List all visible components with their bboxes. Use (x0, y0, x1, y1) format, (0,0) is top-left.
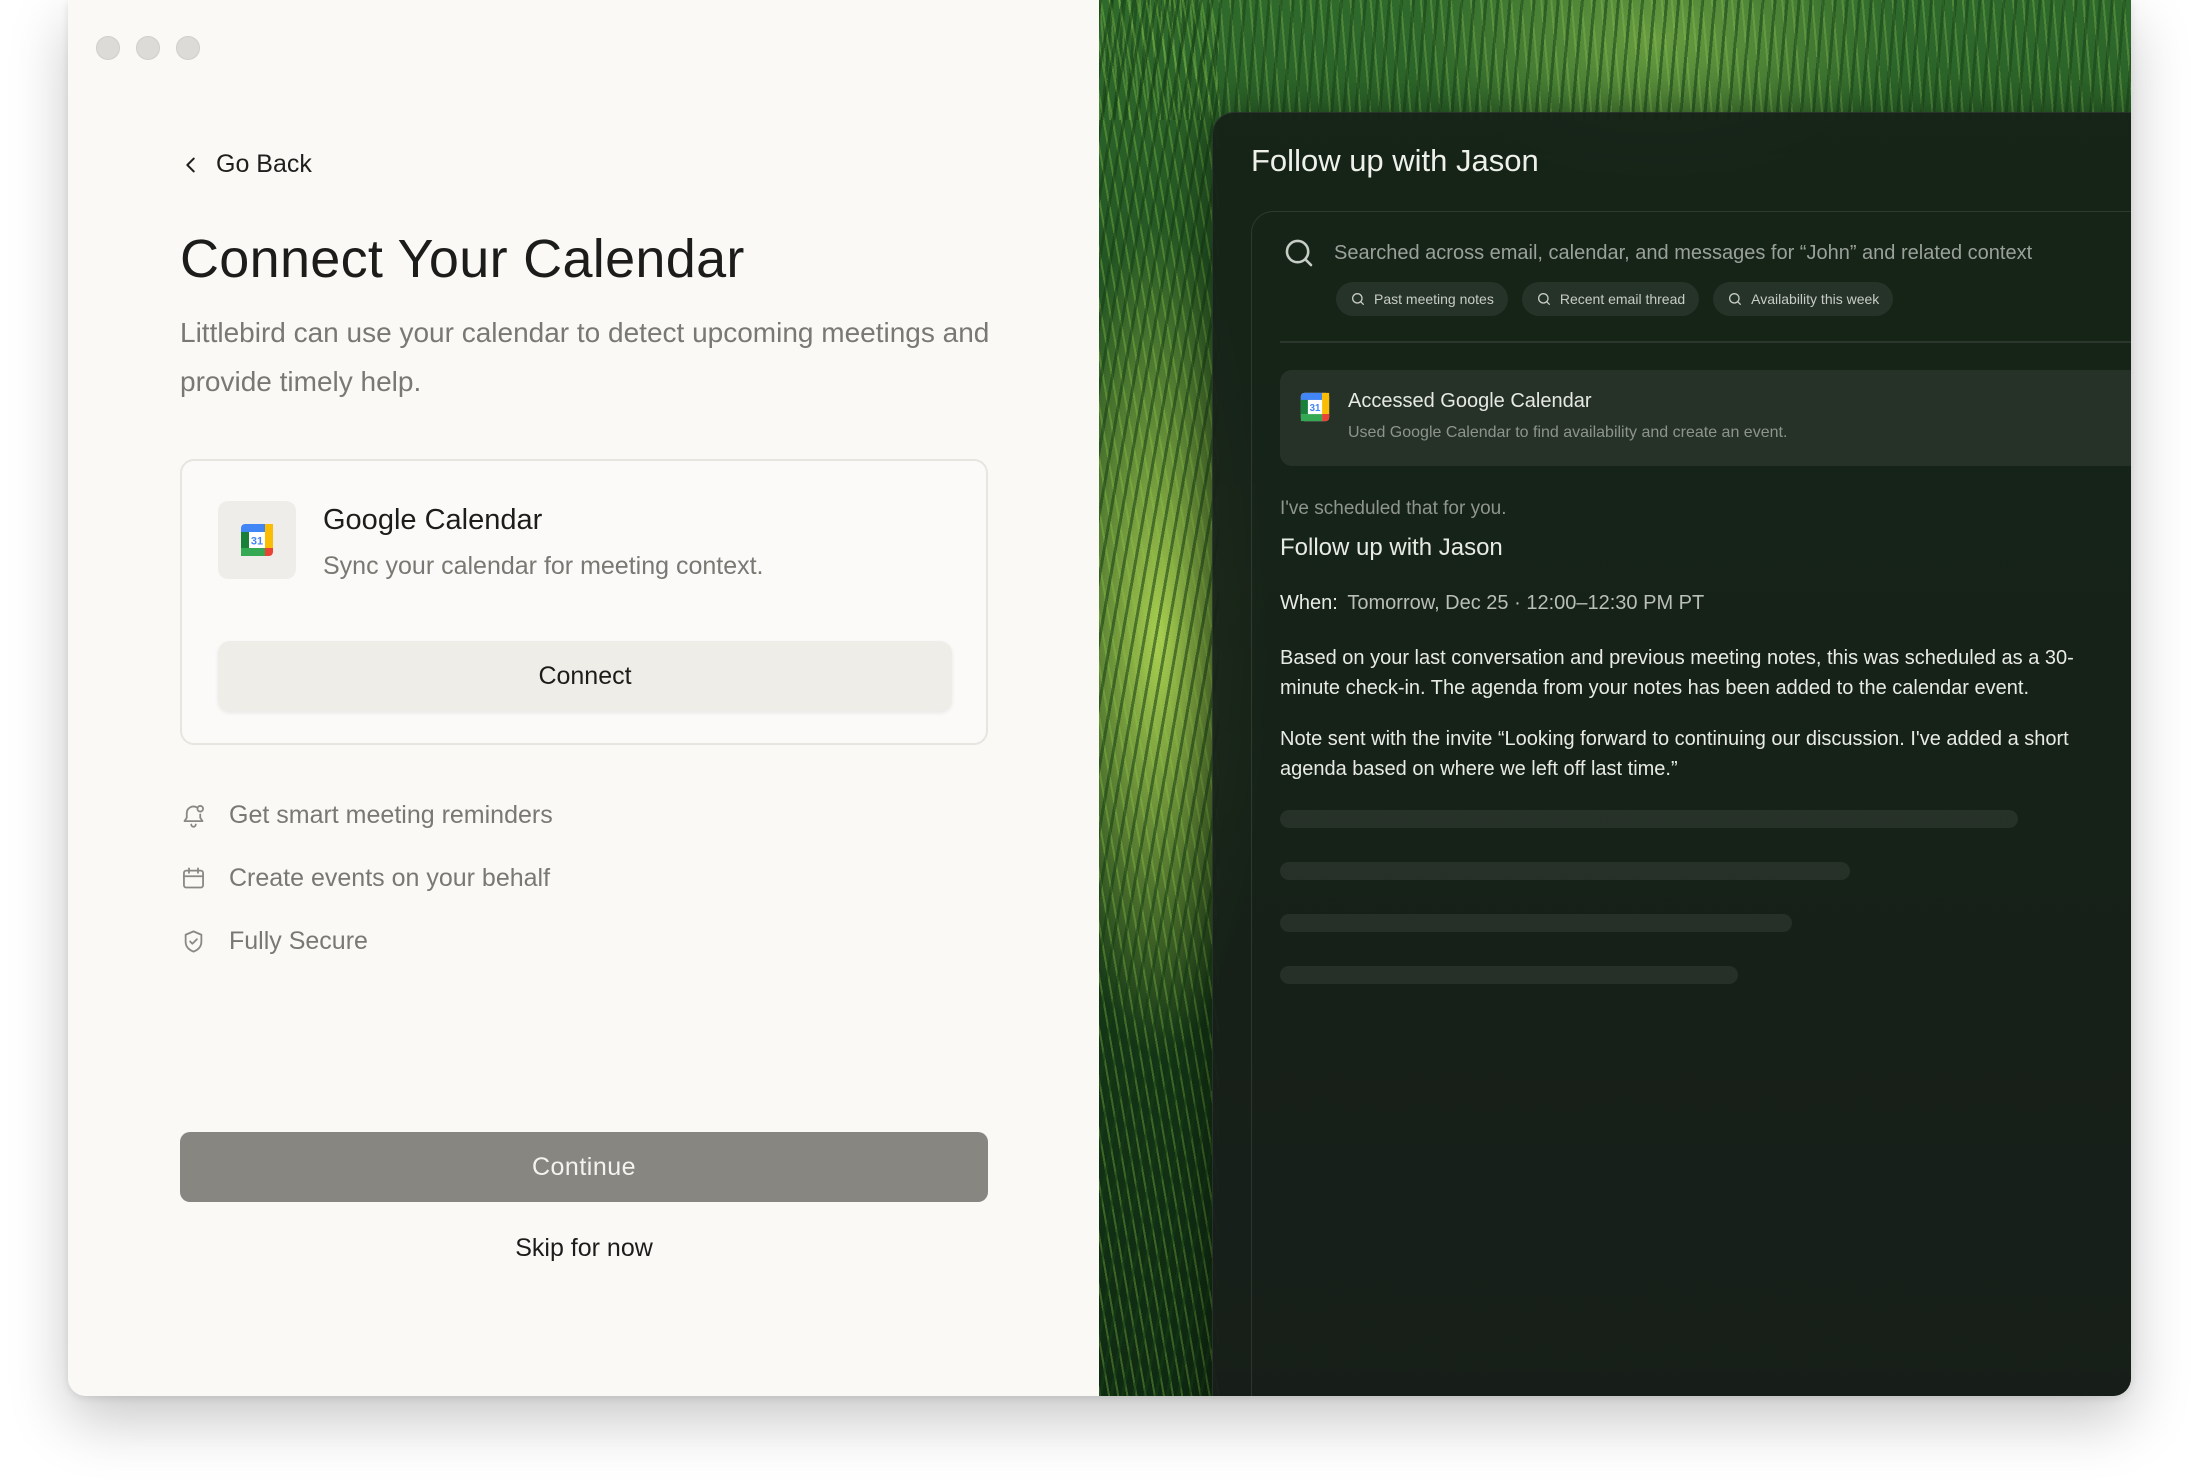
skip-for-now-link[interactable]: Skip for now (180, 1234, 988, 1263)
loading-placeholder (1280, 862, 1850, 880)
app-window: Go Back Connect Your Calendar Littlebird… (68, 0, 2131, 1396)
grass-background (1099, 0, 1219, 1396)
event-when: When: Tomorrow, Dec 25 · 12:00–12:30 PM … (1280, 592, 2120, 615)
chip-label: Recent email thread (1559, 291, 1686, 307)
chevron-left-icon (186, 157, 195, 172)
search-icon (1537, 293, 1550, 305)
close-window-button[interactable] (96, 36, 120, 60)
shield-check-icon (184, 930, 203, 953)
response-paragraph: Note sent with the invite “Looking forwa… (1280, 728, 2069, 780)
onboarding-pane: Go Back Connect Your Calendar Littlebird… (68, 0, 1099, 1396)
zoom-window-button[interactable] (176, 36, 200, 60)
feature-item: Get smart meeting reminders (180, 784, 553, 847)
calendar-day-number: 31 (1310, 403, 1321, 414)
chip-label: Availability this week (1751, 291, 1880, 307)
preview-pane: Follow up with Jason Searched across ema… (1099, 0, 2131, 1396)
feature-label: Fully Secure (229, 927, 368, 955)
tool-title: Accessed Google Calendar (1348, 390, 1592, 412)
assistant-preview-panel: Follow up with Jason Searched across ema… (1212, 112, 2131, 1396)
connect-button[interactable]: Connect (218, 641, 952, 711)
go-back-label: Go Back (216, 150, 312, 178)
search-summary: Searched across email, calendar, and mes… (1282, 236, 2032, 270)
integration-card: 31 Google Calendar Sync your calendar fo… (180, 459, 988, 745)
grass-background (1099, 0, 2131, 120)
context-chip: Past meeting notes (1336, 282, 1508, 316)
page-title: Connect Your Calendar (180, 229, 745, 289)
response-paragraph: Based on your last conversation and prev… (1280, 647, 2074, 699)
go-back-button[interactable]: Go Back (180, 150, 312, 179)
window-controls (96, 36, 200, 60)
integration-name: Google Calendar (323, 504, 543, 536)
search-icon (1352, 293, 1364, 305)
chip-label: Past meeting notes (1374, 291, 1494, 307)
divider (1280, 341, 2131, 343)
event-title: Follow up with Jason (1280, 534, 1503, 561)
search-summary-text: Searched across email, calendar, and mes… (1334, 241, 2033, 264)
google-calendar-icon: 31 (218, 501, 296, 579)
when-value: Tomorrow, Dec 25 · 12:00–12:30 PM PT (1347, 592, 1705, 614)
assistant-response-card: Searched across email, calendar, and mes… (1251, 211, 2131, 1396)
when-label: When: (1280, 592, 1338, 614)
feature-label: Create events on your behalf (229, 864, 551, 892)
feature-list: Get smart meeting reminders Create event… (180, 784, 553, 973)
tool-usage-card: 31 Accessed Google Calendar Used Google … (1280, 370, 2131, 466)
response-intro: I've scheduled that for you. (1280, 498, 1507, 519)
page-subtitle: Littlebird can use your calendar to dete… (180, 317, 990, 397)
tool-description: Used Google Calendar to find availabilit… (1348, 424, 1788, 441)
continue-button[interactable]: Continue (180, 1132, 988, 1202)
search-icon (1729, 293, 1742, 305)
feature-item: Create events on your behalf (180, 847, 553, 910)
bell-icon (183, 805, 204, 828)
feature-item: Fully Secure (180, 910, 553, 973)
minimize-window-button[interactable] (136, 36, 160, 60)
google-calendar-icon: 31 (1300, 392, 1330, 427)
search-icon (1285, 239, 1313, 267)
loading-placeholder (1280, 810, 2018, 828)
context-chip: Availability this week (1713, 282, 1894, 316)
context-chip: Recent email thread (1521, 282, 1700, 316)
context-chips: Past meeting notes Recent email thread A… (1336, 282, 1894, 316)
preview-title: Follow up with Jason (1251, 143, 1539, 178)
calendar-day-number: 31 (251, 536, 263, 548)
loading-placeholder (1280, 914, 1792, 932)
integration-description: Sync your calendar for meeting context. (323, 552, 764, 580)
calendar-icon (183, 867, 204, 889)
feature-label: Get smart meeting reminders (229, 801, 553, 829)
loading-placeholder (1280, 966, 1738, 984)
